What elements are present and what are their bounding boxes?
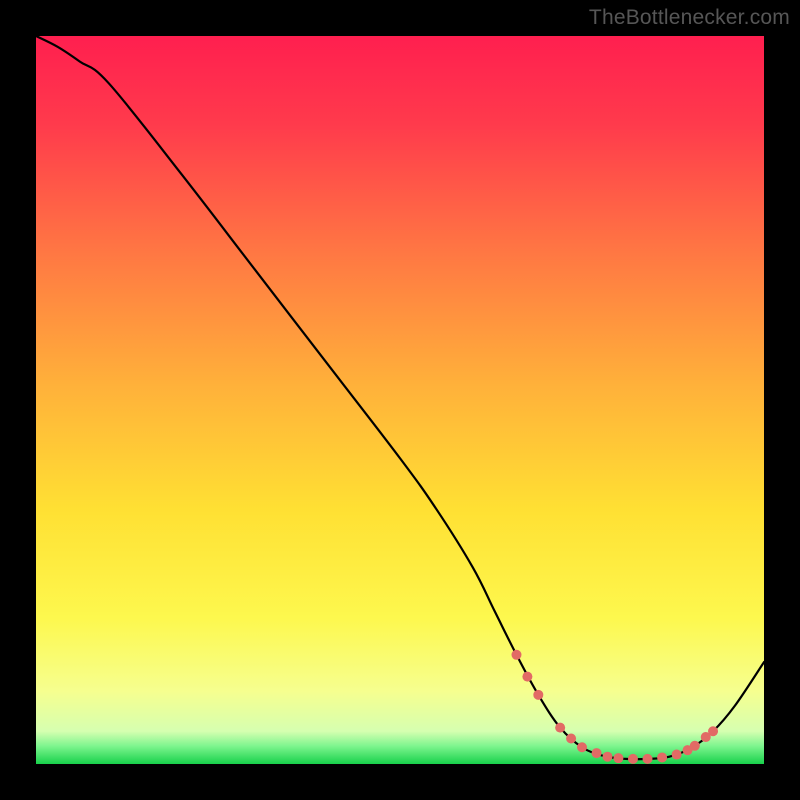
- highlight-dot: [592, 748, 602, 758]
- plot-area: [36, 36, 764, 764]
- highlight-dot: [672, 750, 682, 760]
- highlight-dot: [643, 754, 653, 764]
- highlight-dot: [708, 726, 718, 736]
- highlight-dot: [628, 754, 638, 764]
- highlight-dot: [577, 742, 587, 752]
- highlight-dot: [690, 741, 700, 751]
- highlight-dot: [566, 734, 576, 744]
- highlight-dot: [613, 753, 623, 763]
- highlight-dot: [602, 752, 612, 762]
- highlight-dot: [522, 672, 532, 682]
- highlight-dot: [657, 752, 667, 762]
- gradient-background: [36, 36, 764, 764]
- chart-frame: TheBottlenecker.com: [0, 0, 800, 800]
- highlight-dot: [511, 650, 521, 660]
- chart-svg: [36, 36, 764, 764]
- highlight-dot: [533, 690, 543, 700]
- watermark-text: TheBottlenecker.com: [589, 6, 790, 30]
- highlight-dot: [555, 723, 565, 733]
